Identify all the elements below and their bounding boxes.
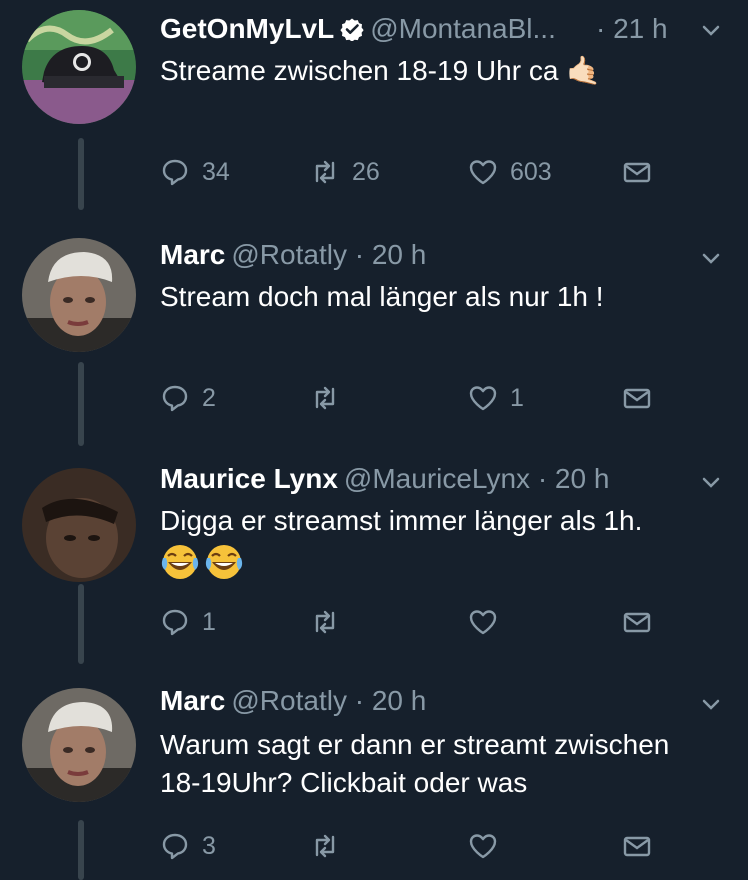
display-name[interactable]: GetOnMyLvL xyxy=(160,13,334,44)
chevron-down-icon[interactable] xyxy=(700,472,722,494)
display-name[interactable]: Maurice Lynx xyxy=(160,463,338,494)
timestamp[interactable]: · 21 h xyxy=(596,12,668,46)
tweet-text-line: 18-19Uhr? Clickbait oder was xyxy=(160,767,528,798)
display-name[interactable]: Marc xyxy=(160,239,225,270)
reply-icon xyxy=(162,833,188,860)
avatar[interactable] xyxy=(22,238,136,352)
envelope-icon xyxy=(623,162,651,183)
like-button[interactable] xyxy=(468,604,510,640)
reply-count: 3 xyxy=(202,831,216,860)
avatar-image xyxy=(22,238,136,352)
reply-thread: GetOnMyLvL @MontanaBl... · 21 h Streame z… xyxy=(0,0,748,880)
reply-button[interactable]: 3 xyxy=(160,828,216,864)
tweet-text-line: Streame zwischen 18-19 Uhr ca 🤙🏻 xyxy=(160,55,602,86)
tweet-actions: 3 xyxy=(160,828,660,864)
tweet-header: Marc @Rotatly · 20 h xyxy=(160,684,688,718)
reply-icon xyxy=(162,385,188,412)
like-icon xyxy=(469,386,497,411)
retweet-icon xyxy=(315,610,335,634)
avatar-image xyxy=(22,468,136,582)
avatar[interactable] xyxy=(22,688,136,802)
reply-icon xyxy=(162,609,188,636)
envelope-icon xyxy=(623,612,651,633)
avatar-image xyxy=(22,688,136,802)
chevron-down-icon[interactable] xyxy=(700,694,722,716)
retweet-icon xyxy=(315,834,335,858)
avatar[interactable] xyxy=(22,468,136,582)
like-icon xyxy=(469,160,497,185)
tweet-text-line: Warum sagt er dann er streamt zwischen xyxy=(160,729,670,760)
tweet-text: Digga er streamst immer länger als 1h. xyxy=(160,502,708,540)
envelope-icon xyxy=(623,836,651,857)
timestamp[interactable]: · 20 h xyxy=(355,239,427,270)
emoji-row: 😂😂 xyxy=(160,542,248,587)
tweet-text-line: Stream doch mal länger als nur 1h ! xyxy=(160,281,604,312)
reply-button[interactable]: 2 xyxy=(160,380,216,416)
like-icon xyxy=(469,610,497,635)
retweet-icon xyxy=(315,160,335,184)
direct-message-button[interactable] xyxy=(622,604,652,640)
like-button[interactable]: 1 xyxy=(468,380,524,416)
direct-message-button[interactable] xyxy=(622,154,652,190)
timestamp[interactable]: · 20 h xyxy=(538,463,610,494)
tweet-actions: 2 1 xyxy=(160,380,660,416)
retweet-count: 26 xyxy=(352,157,380,186)
avatar[interactable] xyxy=(22,10,136,124)
direct-message-button[interactable] xyxy=(622,380,652,416)
tweet-text: Stream doch mal länger als nur 1h ! xyxy=(160,278,708,316)
tweet-actions: 34 26 603 xyxy=(160,154,660,190)
tweet-header: Maurice Lynx @MauriceLynx · 20 h xyxy=(160,462,688,496)
like-icon xyxy=(469,834,497,859)
verified-icon xyxy=(340,15,364,42)
like-count: 603 xyxy=(510,157,552,186)
envelope-icon xyxy=(623,388,651,409)
avatar-image xyxy=(22,10,136,124)
retweet-icon xyxy=(315,386,335,410)
chevron-down-icon[interactable] xyxy=(700,248,722,270)
direct-message-button[interactable] xyxy=(622,828,652,864)
tweet-text: Warum sagt er dann er streamt zwischen 1… xyxy=(160,726,708,802)
tweet[interactable]: Marc @Rotatly · 20 h Warum sagt er dann e… xyxy=(0,666,748,880)
tweet[interactable]: GetOnMyLvL @MontanaBl... · 21 h Streame z… xyxy=(0,0,748,210)
timestamp[interactable]: · 20 h xyxy=(355,685,427,716)
reply-button[interactable]: 34 xyxy=(160,154,230,190)
tweet-actions: 1 xyxy=(160,604,660,640)
display-name[interactable]: Marc xyxy=(160,685,225,716)
tweet-text: Streame zwischen 18-19 Uhr ca 🤙🏻 xyxy=(160,52,708,90)
reply-count: 1 xyxy=(202,607,216,636)
tweet[interactable]: Maurice Lynx @MauriceLynx · 20 h Digga er… xyxy=(0,446,748,666)
tears-of-joy-emoji-icon xyxy=(161,545,243,579)
tweet-text-line: Digga er streamst immer länger als 1h. xyxy=(160,505,643,536)
retweet-button[interactable]: 26 xyxy=(310,154,380,190)
reply-count: 2 xyxy=(202,383,216,412)
handle[interactable]: @MauriceLynx xyxy=(344,463,530,494)
tweet-header: Marc @Rotatly · 20 h xyxy=(160,238,688,272)
reply-icon xyxy=(162,159,188,186)
like-button[interactable] xyxy=(468,828,510,864)
handle[interactable]: @Rotatly xyxy=(231,239,347,270)
like-count: 1 xyxy=(510,383,524,412)
chevron-down-icon[interactable] xyxy=(700,20,722,42)
handle[interactable]: @MontanaBl... xyxy=(370,13,556,44)
handle[interactable]: @Rotatly xyxy=(231,685,347,716)
retweet-button[interactable] xyxy=(310,604,352,640)
like-button[interactable]: 603 xyxy=(468,154,552,190)
reply-button[interactable]: 1 xyxy=(160,604,216,640)
retweet-button[interactable] xyxy=(310,828,352,864)
reply-count: 34 xyxy=(202,157,230,186)
tweet[interactable]: Marc @Rotatly · 20 h Stream doch mal läng… xyxy=(0,210,748,446)
retweet-button[interactable] xyxy=(310,380,352,416)
